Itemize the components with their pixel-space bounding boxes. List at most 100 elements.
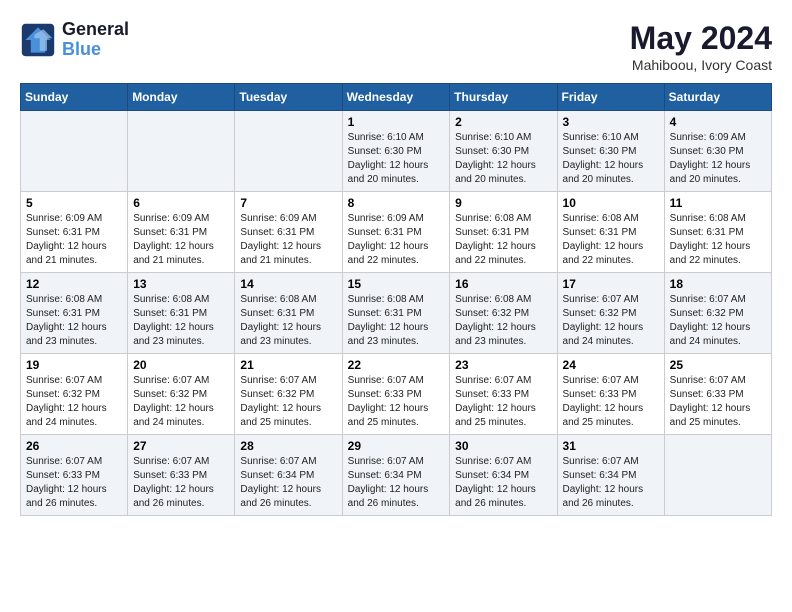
calendar-table: SundayMondayTuesdayWednesdayThursdayFrid… bbox=[20, 83, 772, 516]
day-info: Sunrise: 6:07 AM Sunset: 6:33 PM Dayligh… bbox=[563, 374, 659, 430]
day-info: Sunrise: 6:07 AM Sunset: 6:34 PM Dayligh… bbox=[563, 455, 659, 511]
day-info: Sunrise: 6:08 AM Sunset: 6:31 PM Dayligh… bbox=[670, 212, 766, 268]
day-cell: 7 Sunrise: 6:09 AM Sunset: 6:31 PM Daylig… bbox=[235, 192, 342, 273]
day-number: 11 bbox=[670, 196, 766, 210]
day-number: 22 bbox=[348, 358, 445, 372]
day-info: Sunrise: 6:09 AM Sunset: 6:31 PM Dayligh… bbox=[133, 212, 229, 268]
day-number: 30 bbox=[455, 439, 551, 453]
day-cell: 11 Sunrise: 6:08 AM Sunset: 6:31 PM Dayli… bbox=[664, 192, 771, 273]
day-info: Sunrise: 6:09 AM Sunset: 6:31 PM Dayligh… bbox=[26, 212, 122, 268]
day-info: Sunrise: 6:08 AM Sunset: 6:31 PM Dayligh… bbox=[133, 293, 229, 349]
week-row-3: 12 Sunrise: 6:08 AM Sunset: 6:31 PM Dayli… bbox=[21, 273, 772, 354]
header-row: SundayMondayTuesdayWednesdayThursdayFrid… bbox=[21, 84, 772, 111]
day-info: Sunrise: 6:08 AM Sunset: 6:31 PM Dayligh… bbox=[240, 293, 336, 349]
day-cell: 18 Sunrise: 6:07 AM Sunset: 6:32 PM Dayli… bbox=[664, 273, 771, 354]
day-cell: 22 Sunrise: 6:07 AM Sunset: 6:33 PM Dayli… bbox=[342, 354, 450, 435]
day-cell bbox=[235, 111, 342, 192]
day-info: Sunrise: 6:07 AM Sunset: 6:32 PM Dayligh… bbox=[240, 374, 336, 430]
day-cell: 26 Sunrise: 6:07 AM Sunset: 6:33 PM Dayli… bbox=[21, 435, 128, 516]
main-title: May 2024 bbox=[630, 20, 772, 57]
day-cell: 3 Sunrise: 6:10 AM Sunset: 6:30 PM Daylig… bbox=[557, 111, 664, 192]
day-number: 1 bbox=[348, 115, 445, 129]
day-number: 27 bbox=[133, 439, 229, 453]
day-info: Sunrise: 6:09 AM Sunset: 6:30 PM Dayligh… bbox=[670, 131, 766, 187]
day-info: Sunrise: 6:10 AM Sunset: 6:30 PM Dayligh… bbox=[455, 131, 551, 187]
day-number: 8 bbox=[348, 196, 445, 210]
day-cell: 2Sunrise: 6:10 AM Sunset: 6:30 PM Daylig… bbox=[450, 111, 557, 192]
day-cell: 23Sunrise: 6:07 AM Sunset: 6:33 PM Dayli… bbox=[450, 354, 557, 435]
day-info: Sunrise: 6:07 AM Sunset: 6:32 PM Dayligh… bbox=[563, 293, 659, 349]
week-row-2: 5 Sunrise: 6:09 AM Sunset: 6:31 PM Daylig… bbox=[21, 192, 772, 273]
day-number: 29 bbox=[348, 439, 445, 453]
day-cell bbox=[664, 435, 771, 516]
day-info: Sunrise: 6:09 AM Sunset: 6:31 PM Dayligh… bbox=[240, 212, 336, 268]
subtitle: Mahiboou, Ivory Coast bbox=[630, 57, 772, 73]
header-cell-saturday: Saturday bbox=[664, 84, 771, 111]
day-number: 19 bbox=[26, 358, 122, 372]
day-cell: 1Sunrise: 6:10 AM Sunset: 6:30 PM Daylig… bbox=[342, 111, 450, 192]
day-number: 26 bbox=[26, 439, 122, 453]
day-number: 4 bbox=[670, 115, 766, 129]
day-cell: 10 Sunrise: 6:08 AM Sunset: 6:31 PM Dayli… bbox=[557, 192, 664, 273]
week-row-5: 26 Sunrise: 6:07 AM Sunset: 6:33 PM Dayli… bbox=[21, 435, 772, 516]
day-info: Sunrise: 6:07 AM Sunset: 6:33 PM Dayligh… bbox=[133, 455, 229, 511]
day-cell: 20 Sunrise: 6:07 AM Sunset: 6:32 PM Dayli… bbox=[128, 354, 235, 435]
day-cell: 13 Sunrise: 6:08 AM Sunset: 6:31 PM Dayli… bbox=[128, 273, 235, 354]
day-number: 17 bbox=[563, 277, 659, 291]
header-cell-thursday: Thursday bbox=[450, 84, 557, 111]
day-cell: 28Sunrise: 6:07 AM Sunset: 6:34 PM Dayli… bbox=[235, 435, 342, 516]
header-cell-monday: Monday bbox=[128, 84, 235, 111]
day-cell: 15Sunrise: 6:08 AM Sunset: 6:31 PM Dayli… bbox=[342, 273, 450, 354]
day-number: 12 bbox=[26, 277, 122, 291]
day-info: Sunrise: 6:07 AM Sunset: 6:32 PM Dayligh… bbox=[26, 374, 122, 430]
day-info: Sunrise: 6:08 AM Sunset: 6:31 PM Dayligh… bbox=[563, 212, 659, 268]
day-number: 9 bbox=[455, 196, 551, 210]
day-number: 10 bbox=[563, 196, 659, 210]
day-info: Sunrise: 6:08 AM Sunset: 6:31 PM Dayligh… bbox=[348, 293, 445, 349]
day-cell: 21 Sunrise: 6:07 AM Sunset: 6:32 PM Dayli… bbox=[235, 354, 342, 435]
header-cell-friday: Friday bbox=[557, 84, 664, 111]
day-info: Sunrise: 6:07 AM Sunset: 6:33 PM Dayligh… bbox=[348, 374, 445, 430]
day-info: Sunrise: 6:09 AM Sunset: 6:31 PM Dayligh… bbox=[348, 212, 445, 268]
calendar-body: 1 Sunrise: 6:10 AM Sunset: 6:30 PM Daylig… bbox=[21, 111, 772, 516]
day-info: Sunrise: 6:07 AM Sunset: 6:34 PM Dayligh… bbox=[240, 455, 336, 511]
day-cell: 14Sunrise: 6:08 AM Sunset: 6:31 PM Dayli… bbox=[235, 273, 342, 354]
day-number: 3 bbox=[563, 115, 659, 129]
day-number: 7 bbox=[240, 196, 336, 210]
week-row-4: 19 Sunrise: 6:07 AM Sunset: 6:32 PM Dayli… bbox=[21, 354, 772, 435]
day-cell: 8 Sunrise: 6:09 AM Sunset: 6:31 PM Daylig… bbox=[342, 192, 450, 273]
day-cell: 19 Sunrise: 6:07 AM Sunset: 6:32 PM Dayli… bbox=[21, 354, 128, 435]
day-info: Sunrise: 6:08 AM Sunset: 6:31 PM Dayligh… bbox=[26, 293, 122, 349]
logo-icon bbox=[20, 22, 56, 58]
day-info: Sunrise: 6:10 AM Sunset: 6:30 PM Dayligh… bbox=[563, 131, 659, 187]
day-info: Sunrise: 6:07 AM Sunset: 6:34 PM Dayligh… bbox=[455, 455, 551, 511]
header-cell-sunday: Sunday bbox=[21, 84, 128, 111]
day-info: Sunrise: 6:07 AM Sunset: 6:33 PM Dayligh… bbox=[26, 455, 122, 511]
logo-text: General Blue bbox=[62, 20, 129, 60]
day-number: 21 bbox=[240, 358, 336, 372]
day-info: Sunrise: 6:07 AM Sunset: 6:33 PM Dayligh… bbox=[670, 374, 766, 430]
calendar-header: SundayMondayTuesdayWednesdayThursdayFrid… bbox=[21, 84, 772, 111]
day-info: Sunrise: 6:07 AM Sunset: 6:32 PM Dayligh… bbox=[670, 293, 766, 349]
day-info: Sunrise: 6:07 AM Sunset: 6:34 PM Dayligh… bbox=[348, 455, 445, 511]
day-number: 6 bbox=[133, 196, 229, 210]
day-cell bbox=[128, 111, 235, 192]
day-number: 18 bbox=[670, 277, 766, 291]
title-block: May 2024 Mahiboou, Ivory Coast bbox=[630, 20, 772, 73]
day-number: 5 bbox=[26, 196, 122, 210]
day-number: 20 bbox=[133, 358, 229, 372]
day-cell bbox=[21, 111, 128, 192]
day-number: 25 bbox=[670, 358, 766, 372]
day-info: Sunrise: 6:07 AM Sunset: 6:32 PM Dayligh… bbox=[133, 374, 229, 430]
day-cell: 25 Sunrise: 6:07 AM Sunset: 6:33 PM Dayli… bbox=[664, 354, 771, 435]
day-cell: 30 Sunrise: 6:07 AM Sunset: 6:34 PM Dayli… bbox=[450, 435, 557, 516]
day-number: 24 bbox=[563, 358, 659, 372]
day-number: 23 bbox=[455, 358, 551, 372]
day-cell: 29 Sunrise: 6:07 AM Sunset: 6:34 PM Dayli… bbox=[342, 435, 450, 516]
day-number: 13 bbox=[133, 277, 229, 291]
day-cell: 31Sunrise: 6:07 AM Sunset: 6:34 PM Dayli… bbox=[557, 435, 664, 516]
week-row-1: 1 Sunrise: 6:10 AM Sunset: 6:30 PM Daylig… bbox=[21, 111, 772, 192]
header-cell-tuesday: Tuesday bbox=[235, 84, 342, 111]
logo: General Blue bbox=[20, 20, 129, 60]
day-number: 16 bbox=[455, 277, 551, 291]
